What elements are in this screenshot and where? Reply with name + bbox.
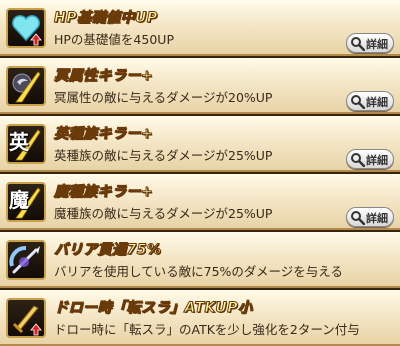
detail-label: 詳細: [366, 38, 388, 51]
ability-description: ドロー時に「転スラ」のATKを少し強化を2ターン付与: [54, 322, 360, 337]
ability-card: バリア貫通75% バリアを使用している敵に75%のダメージを与える: [0, 232, 400, 288]
detail-label: 詳細: [366, 96, 388, 109]
ability-card: 魔 魔種族キラー+ 魔種族の敵に与えるダメージが25%UP 詳細: [0, 174, 400, 230]
ability-list: HP基礎値中UP HPの基礎値を450UP 詳細 冥属性キラー+ 冥属性の敵に与…: [0, 0, 400, 346]
ability-card: 冥属性キラー+ 冥属性の敵に与えるダメージが20%UP 詳細: [0, 58, 400, 114]
barrier-pierce-icon: [6, 240, 46, 280]
ability-card: ドロー時「転スラ」ATKUP小 ドロー時に「転スラ」のATKを少し強化を2ターン…: [0, 290, 400, 346]
ability-title: HP基礎値中UP: [54, 10, 158, 27]
magnifier-icon: [351, 37, 365, 51]
magnifier-icon: [351, 211, 365, 225]
detail-button[interactable]: 詳細: [346, 207, 394, 227]
dark-element-slash-icon: [6, 66, 46, 106]
ability-title: バリア貫通75%: [54, 242, 162, 259]
ability-title: ドロー時「転スラ」ATKUP小: [54, 300, 253, 317]
detail-label: 詳細: [366, 212, 388, 225]
race-kanji: 英: [9, 130, 29, 154]
detail-button[interactable]: 詳細: [346, 33, 394, 53]
sword-up-icon: [6, 298, 46, 338]
detail-button[interactable]: 詳細: [346, 149, 394, 169]
ability-card: HP基礎値中UP HPの基礎値を450UP 詳細: [0, 0, 400, 56]
detail-button[interactable]: 詳細: [346, 91, 394, 111]
ability-title: 冥属性キラー+: [53, 68, 154, 85]
ability-description: 魔種族の敵に与えるダメージが25%UP: [54, 206, 273, 221]
ability-description: バリアを使用している敵に75%のダメージを与える: [54, 264, 343, 279]
ability-description: HPの基礎値を450UP: [54, 32, 174, 47]
detail-label: 詳細: [366, 154, 388, 167]
hero-race-slash-icon: 英: [6, 124, 46, 164]
ability-card: 英 英種族キラー+ 英種族の敵に与えるダメージが25%UP 詳細: [0, 116, 400, 172]
heart-up-icon: [6, 8, 46, 48]
ability-title: 英種族キラー+: [53, 126, 154, 143]
demon-race-slash-icon: 魔: [6, 182, 46, 222]
ability-title: 魔種族キラー+: [53, 184, 154, 201]
ability-description: 英種族の敵に与えるダメージが25%UP: [54, 148, 273, 163]
magnifier-icon: [351, 95, 365, 109]
race-kanji: 魔: [9, 188, 29, 212]
magnifier-icon: [351, 153, 365, 167]
ability-description: 冥属性の敵に与えるダメージが20%UP: [54, 90, 273, 105]
